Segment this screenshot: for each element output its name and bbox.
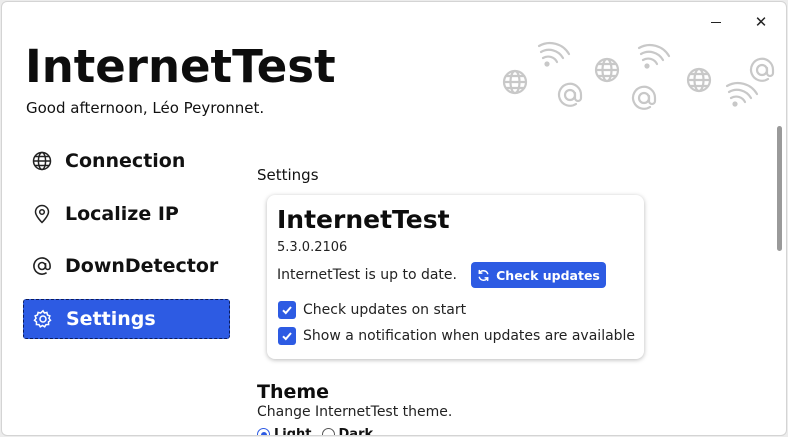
globe-icon bbox=[686, 67, 712, 93]
check-updates-button[interactable]: Check updates bbox=[471, 262, 606, 288]
radio-light[interactable] bbox=[257, 428, 270, 435]
globe-icon bbox=[594, 57, 620, 83]
sidebar-item-downdetector[interactable]: DownDetector bbox=[23, 246, 230, 286]
check-updates-label: Check updates bbox=[496, 267, 600, 283]
app-window: ✕ InternetTest Good afternoon, Léo Peyro… bbox=[1, 1, 787, 436]
radio-label-light: Light bbox=[274, 427, 312, 436]
at-sign-icon bbox=[557, 82, 583, 107]
theme-title: Theme bbox=[257, 381, 330, 403]
minimize-icon bbox=[711, 21, 721, 23]
radio-label-dark: Dark bbox=[338, 427, 374, 436]
page-title: Settings bbox=[257, 166, 319, 184]
wifi-icon bbox=[637, 43, 671, 69]
at-sign-icon bbox=[31, 255, 53, 277]
radio-dark[interactable] bbox=[321, 428, 335, 435]
wifi-icon bbox=[725, 81, 759, 107]
sidebar-item-settings[interactable]: Settings bbox=[23, 299, 230, 339]
refresh-icon bbox=[477, 269, 490, 282]
update-status-text: InternetTest is up to date. bbox=[277, 267, 457, 283]
globe-icon bbox=[31, 150, 53, 172]
sidebar-item-label: Localize IP bbox=[65, 203, 179, 225]
sidebar-item-label: Connection bbox=[65, 150, 186, 172]
wifi-icon bbox=[537, 41, 571, 67]
close-icon: ✕ bbox=[754, 13, 768, 31]
theme-options: Light Dark bbox=[257, 427, 383, 436]
update-notification-option[interactable]: Show a notification when updates are ava… bbox=[278, 327, 635, 345]
checkbox-checked[interactable] bbox=[278, 301, 296, 319]
version-text: 5.3.0.2106 bbox=[277, 240, 348, 255]
globe-icon bbox=[502, 69, 528, 95]
greeting-text: Good afternoon, Léo Peyronnet. bbox=[26, 99, 265, 117]
sidebar-item-connection[interactable]: Connection bbox=[23, 141, 230, 181]
gear-icon bbox=[32, 308, 54, 330]
decorative-icons bbox=[502, 41, 775, 110]
app-info-card: InternetTest 5.3.0.2106 InternetTest is … bbox=[267, 195, 644, 359]
at-sign-icon bbox=[631, 85, 657, 110]
sidebar-item-localize-ip[interactable]: Localize IP bbox=[23, 194, 230, 234]
checkbox-label: Check updates on start bbox=[303, 302, 467, 318]
at-sign-icon bbox=[749, 57, 775, 82]
app-title: InternetTest bbox=[25, 40, 336, 93]
theme-description: Change InternetTest theme. bbox=[257, 404, 453, 420]
map-pin-icon bbox=[31, 203, 53, 225]
check-updates-on-start-option[interactable]: Check updates on start bbox=[278, 301, 466, 319]
checkbox-checked[interactable] bbox=[278, 327, 296, 345]
checkbox-label: Show a notification when updates are ava… bbox=[303, 328, 636, 344]
close-button[interactable]: ✕ bbox=[744, 8, 778, 36]
minimize-button[interactable] bbox=[699, 8, 733, 36]
card-title: InternetTest bbox=[277, 205, 450, 234]
sidebar-item-label: DownDetector bbox=[65, 255, 219, 277]
scrollbar-thumb[interactable] bbox=[777, 126, 782, 251]
sidebar-item-label: Settings bbox=[66, 308, 156, 330]
